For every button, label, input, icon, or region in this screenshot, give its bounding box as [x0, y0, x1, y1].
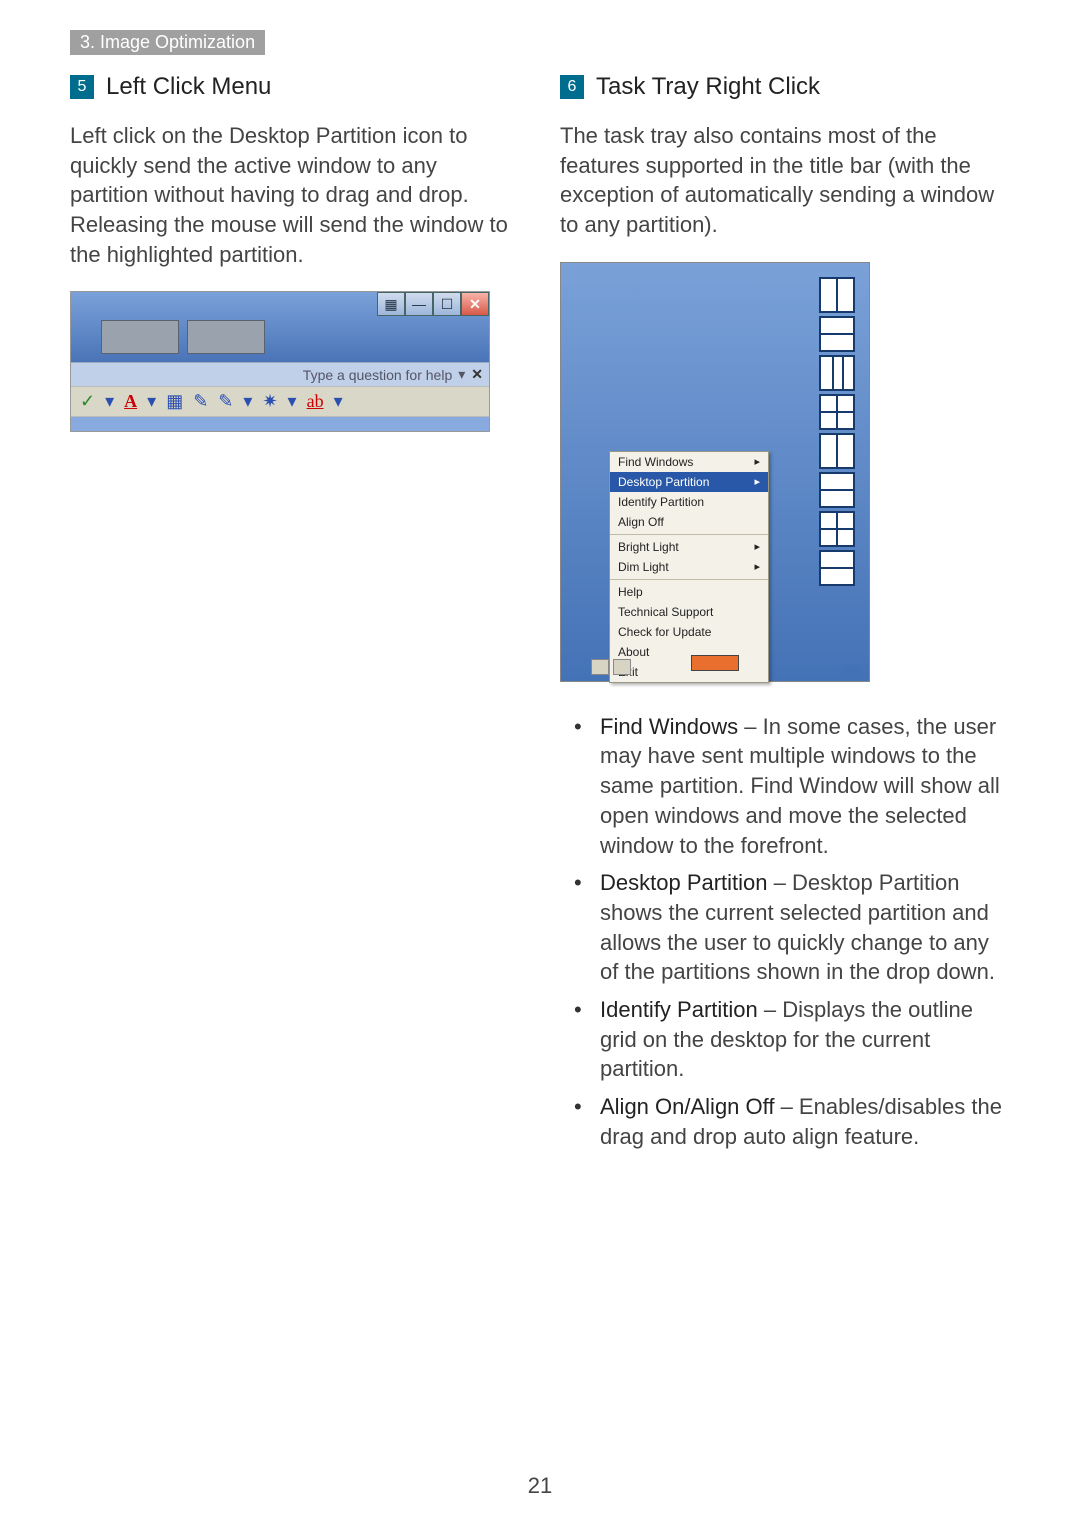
partition-thumb: [101, 320, 179, 354]
bullet-desktop-partition: Desktop Partition – Desktop Partition sh…: [580, 868, 1010, 987]
page-number: 21: [528, 1473, 552, 1499]
section-badge-5: 5: [70, 75, 94, 99]
layout-vertical-split-icon: [819, 277, 855, 313]
partition-icon: ▦: [377, 292, 405, 316]
toolbar: ✓ ▾ A ▾ ▦ ✎ ✎ ▾ ✷ ▾ ab ▾: [71, 386, 489, 417]
menu-align-off: Align Off: [610, 512, 768, 532]
menu-find-windows: Find Windows▸: [610, 452, 768, 472]
left-click-screenshot: ▦ — ☐ ✕ Type a question for help ▾ ✕ ✓ ▾…: [70, 291, 490, 432]
fill-icon: ▦: [163, 391, 186, 412]
section-title-task-tray: Task Tray Right Click: [596, 73, 820, 101]
layout-horizontal-split-icon: [819, 316, 855, 352]
check-icon: ✓: [77, 391, 98, 412]
layout-vertical-split-icon: [819, 433, 855, 469]
layout-horizontal-split-icon: [819, 550, 855, 586]
menu-technical-support: Technical Support: [610, 602, 768, 622]
help-dropdown-icon: ▾: [458, 366, 465, 383]
tray-icon: [613, 659, 631, 675]
task-tray-body: The task tray also contains most of the …: [560, 121, 1010, 240]
breadcrumb: 3. Image Optimization: [70, 30, 265, 55]
dropdown-icon: ▾: [144, 391, 159, 412]
context-menu: Find Windows▸ Desktop Partition▸ Identif…: [609, 451, 769, 683]
taskbar-item: [691, 655, 739, 671]
minimize-button: —: [405, 292, 433, 316]
partition-layout-ladder: [819, 277, 855, 586]
font-color-icon: A: [121, 391, 140, 412]
bullet-identify-partition: Identify Partition – Displays the outlin…: [580, 995, 1010, 1084]
menu-identify-partition: Identify Partition: [610, 492, 768, 512]
task-tray-screenshot: Find Windows▸ Desktop Partition▸ Identif…: [560, 262, 870, 682]
bullet-align-on-off: Align On/Align Off – Enables/disables th…: [580, 1092, 1010, 1151]
menu-dim-light: Dim Light▸: [610, 557, 768, 577]
help-input: Type a question for help: [303, 367, 452, 383]
menu-help: Help: [610, 582, 768, 602]
taskbar-right: [843, 665, 861, 677]
dropdown-icon: ▾: [285, 391, 300, 412]
dropdown-icon: ▾: [240, 391, 255, 412]
menu-about: About: [610, 642, 768, 662]
brush-icon: ✎: [190, 391, 211, 412]
tray-icon: [591, 659, 609, 675]
layout-horizontal-split-icon: [819, 472, 855, 508]
layout-quad-icon: [819, 394, 855, 430]
left-click-body: Left click on the Desktop Partition icon…: [70, 121, 520, 269]
help-close-icon: ✕: [471, 366, 483, 383]
section-badge-6: 6: [560, 75, 584, 99]
bullet-find-windows: Find Windows – In some cases, the user m…: [580, 712, 1010, 860]
brush-icon: ✎: [215, 391, 236, 412]
dropdown-icon: ▾: [102, 391, 117, 412]
menu-exit: Exit: [610, 662, 768, 682]
maximize-button: ☐: [433, 292, 461, 316]
menu-check-update: Check for Update: [610, 622, 768, 642]
layout-quad-icon: [819, 511, 855, 547]
layout-triple-column-icon: [819, 355, 855, 391]
ab-icon: ab: [304, 391, 327, 412]
sparkle-icon: ✷: [259, 391, 280, 412]
menu-desktop-partition: Desktop Partition▸: [610, 472, 768, 492]
close-button: ✕: [461, 292, 489, 316]
section-title-left-click: Left Click Menu: [106, 73, 271, 101]
partition-thumb: [187, 320, 265, 354]
menu-bright-light: Bright Light▸: [610, 537, 768, 557]
dropdown-icon: ▾: [331, 391, 346, 412]
